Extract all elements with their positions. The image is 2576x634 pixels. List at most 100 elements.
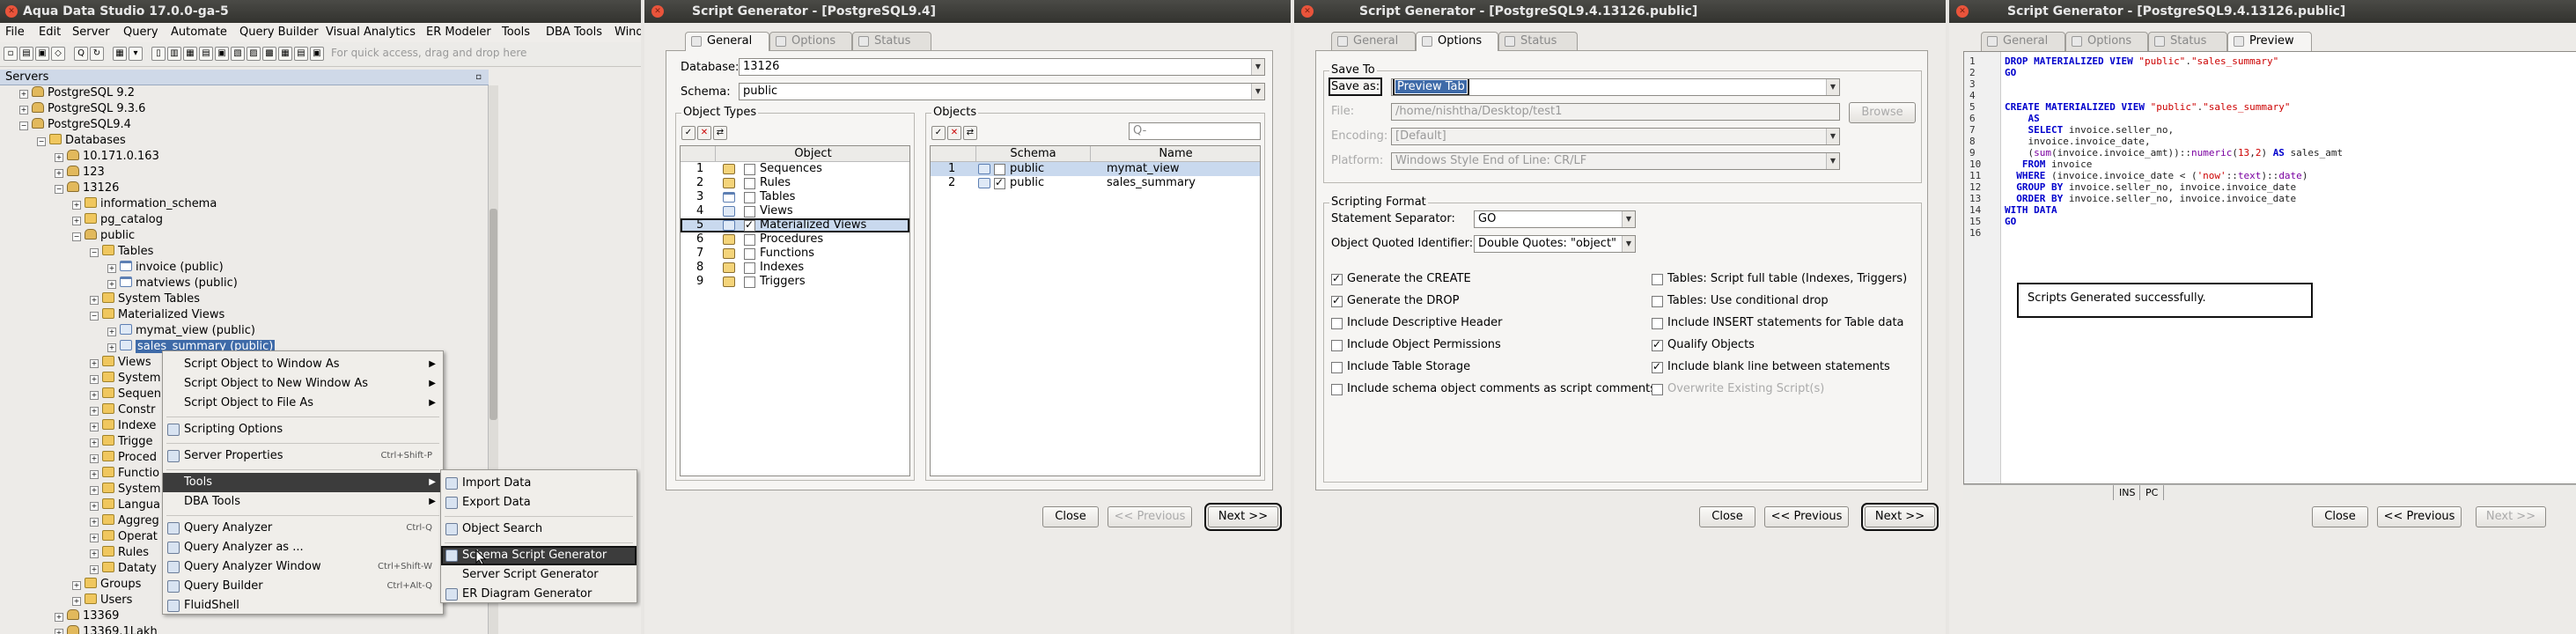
menu-item-tools[interactable]: Tools ▶ (163, 473, 443, 492)
tree-item[interactable]: + Rules (90, 545, 149, 561)
separator-select[interactable]: GO ▼ (1474, 210, 1636, 228)
tree-item[interactable]: + Langua (90, 498, 160, 513)
layout1-icon[interactable]: ▯ (151, 47, 166, 61)
tree-item[interactable]: − Tables (90, 244, 153, 260)
menu-item-query-analyzer[interactable]: Query Analyzer Ctrl-Q (163, 519, 443, 538)
menu-dba-tools[interactable]: DBA Tools (546, 26, 602, 39)
tree-item[interactable]: − Materialized Views (90, 307, 224, 323)
object-type-checkbox[interactable]: Procedures (744, 232, 823, 247)
deselect-all-icon[interactable]: ✕ (697, 126, 711, 140)
deselect-all-icon[interactable]: ✕ (947, 126, 961, 140)
menu-item-query-analyzer-as[interactable]: Query Analyzer as ... (163, 538, 443, 557)
object-type-checkbox[interactable]: Rules (744, 176, 791, 190)
refresh-icon[interactable]: ↻ (90, 47, 104, 61)
menu-item-script-to-file[interactable]: Script Object to File As ▶ (163, 394, 443, 413)
menu-item-dba-tools[interactable]: DBA Tools ▶ (163, 492, 443, 512)
tree-item[interactable]: + invoice (public) (107, 260, 224, 276)
close-button[interactable]: Close (2312, 506, 2368, 527)
object-type-row[interactable]: 4 Views (681, 204, 909, 218)
tree-item[interactable]: − Databases (37, 133, 126, 149)
tree-item[interactable]: + Constr (90, 402, 156, 418)
object-type-row[interactable]: 8 Indexes (681, 261, 909, 275)
select-all-icon[interactable]: ✓ (681, 126, 696, 140)
layout10-icon[interactable]: ▤ (294, 47, 308, 61)
descriptive-header-checkbox[interactable]: Include Descriptive Header (1331, 316, 1502, 330)
script-preview-editor[interactable]: 1 2 3 4 5 6 7 8 9 10 11 12 13 14 15 16 D… (1963, 51, 2576, 484)
object-search-input[interactable]: Q- (1129, 122, 1261, 140)
table-storage-checkbox[interactable]: Include Table Storage (1331, 360, 1470, 374)
menu-item-query-builder[interactable]: Query Builder Ctrl+Alt-Q (163, 577, 443, 596)
layout11-icon[interactable]: ▣ (310, 47, 324, 61)
file-input[interactable]: /home/nishtha/Desktop/test1 (1391, 103, 1840, 121)
tree-item[interactable]: + PostgreSQL 9.2 (19, 85, 135, 101)
tree-item[interactable]: + Users (72, 593, 132, 608)
encoding-select[interactable]: [Default] ▼ (1391, 128, 1840, 145)
menu-window[interactable]: Wind (615, 26, 641, 39)
schema-comments-checkbox[interactable]: Include schema object comments as script… (1331, 382, 1656, 396)
layout6-icon[interactable]: ▧ (231, 47, 245, 61)
layout7-icon[interactable]: ▨ (247, 47, 261, 61)
save-icon[interactable]: ▣ (35, 47, 49, 61)
close-window-icon[interactable]: ✕ (651, 5, 664, 18)
menu-item-fluidshell[interactable]: FluidShell (163, 596, 443, 616)
tree-item[interactable]: + Groups (72, 577, 141, 593)
tree-item[interactable]: +13369.1Lakh (55, 624, 158, 634)
menu-item-export-data[interactable]: Export Data (441, 493, 637, 512)
tree-item[interactable]: + information_schema (72, 196, 217, 212)
object-type-row[interactable]: 3 Tables (681, 190, 909, 204)
object-type-row-selected[interactable]: 5 Materialized Views (681, 217, 909, 232)
tab-general[interactable]: General (1331, 32, 1416, 51)
tree-item[interactable]: + PostgreSQL 9.3.6 (19, 101, 145, 117)
object-row[interactable]: 2publicsales_summary (931, 175, 1260, 190)
menu-query-builder[interactable]: Query Builder (239, 26, 319, 39)
tab-status[interactable]: Status (2148, 32, 2227, 51)
object-type-checkbox[interactable]: Indexes (744, 261, 804, 275)
schema-select[interactable]: public ▼ (739, 83, 1265, 100)
tab-general[interactable]: General (1981, 32, 2065, 51)
menu-item-schema-script-generator[interactable]: Schema Script Generator (441, 546, 637, 565)
tree-item[interactable]: +10.171.0.163 (55, 149, 159, 165)
tree-item[interactable]: + matviews (public) (107, 276, 238, 291)
generate-create-checkbox[interactable]: Generate the CREATE (1331, 271, 1471, 286)
quick-access-bar[interactable]: For quick access, drag and drop here (331, 47, 526, 59)
object-type-checkbox[interactable]: Sequences (744, 162, 822, 176)
open-icon[interactable]: ▤ (19, 47, 33, 61)
menu-visual-analytics[interactable]: Visual Analytics (326, 26, 416, 39)
tree-item[interactable]: +13369 (55, 608, 119, 624)
menu-item-server-script-generator[interactable]: Server Script Generator (441, 565, 637, 585)
layout9-icon[interactable]: ▦ (278, 47, 292, 61)
layout4-icon[interactable]: ▤ (199, 47, 213, 61)
tree-item[interactable]: −13126 (55, 181, 119, 196)
object-type-row[interactable]: 6 Procedures (681, 232, 909, 247)
tree-item[interactable]: + Aggreg (90, 513, 159, 529)
previous-button[interactable]: << Previous (2377, 506, 2462, 527)
qualify-objects-checkbox[interactable]: Qualify Objects (1652, 337, 1755, 352)
restore-pane-icon[interactable]: ▫ (475, 70, 482, 85)
tree-item[interactable]: + Indexe (90, 418, 156, 434)
tree-item[interactable]: + Trigge (90, 434, 153, 450)
platform-select[interactable]: Windows Style End of Line: CR/LF ▼ (1391, 152, 1840, 170)
tree-item[interactable]: + Dataty (90, 561, 157, 577)
layout8-icon[interactable]: ▩ (262, 47, 276, 61)
database-select[interactable]: 13126 ▼ (739, 58, 1265, 76)
menu-item-er-diagram-generator[interactable]: ER Diagram Generator (441, 585, 637, 604)
menu-automate[interactable]: Automate (171, 26, 227, 39)
scroll-thumb[interactable] (489, 209, 497, 420)
tree-item[interactable]: + pg_catalog (72, 212, 163, 228)
menu-file[interactable]: File (5, 26, 25, 39)
tab-status[interactable]: Status (1498, 32, 1578, 51)
next-button[interactable]: Next >> (2476, 506, 2546, 527)
menu-item-server-properties[interactable]: Server Properties Ctrl+Shift-P (163, 446, 443, 466)
close-button[interactable]: Close (1042, 506, 1099, 527)
tree-item[interactable]: + System (90, 482, 160, 498)
menu-item-object-search[interactable]: Object Search (441, 520, 637, 539)
previous-button[interactable]: << Previous (1108, 506, 1192, 527)
object-type-row[interactable]: 2 Rules (681, 176, 909, 190)
tree-item[interactable]: +123 (55, 165, 105, 181)
tree-item[interactable]: + Sequen (90, 387, 161, 402)
menu-er-modeler[interactable]: ER Modeler (426, 26, 491, 39)
tab-preview[interactable]: Preview (2227, 32, 2312, 51)
next-button[interactable]: Next >> (1861, 503, 1939, 531)
menu-edit[interactable]: Edit (39, 26, 61, 39)
object-type-checkbox[interactable]: Tables (744, 190, 795, 204)
